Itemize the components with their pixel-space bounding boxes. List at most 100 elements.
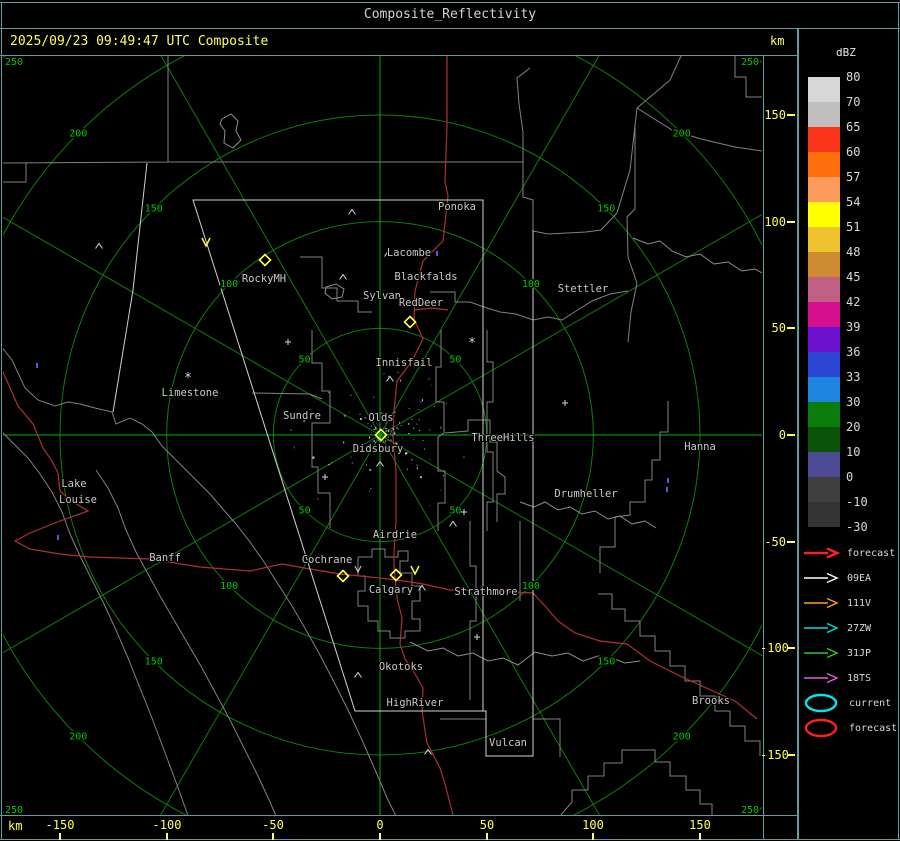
city-label: RedDeer [399, 297, 443, 309]
city-label: Lacombe [387, 247, 431, 259]
frame-bottom [0, 839, 900, 840]
legend-arrow-icon [804, 597, 839, 609]
scale-boundary-label: 33 [846, 370, 861, 384]
county-boundary [3, 432, 189, 815]
scale-unit-label: dBZ [836, 46, 856, 59]
x-tick-label: 100 [582, 818, 604, 832]
scale-boundary-label: 0 [846, 470, 854, 484]
x-axis-unit-label: km [8, 819, 23, 833]
frame-axis-right [763, 815, 764, 839]
city-label: Strathmore [454, 586, 517, 598]
range-ring-label: 200 [69, 128, 87, 139]
x-tick-label: -100 [152, 818, 182, 832]
city-label: HighRiver [387, 697, 444, 709]
legend-arrow-icon [804, 647, 839, 659]
legend-label: current [849, 697, 892, 709]
legend-row-forecast: forecast [802, 716, 897, 740]
county-boundary [430, 290, 629, 321]
blue-echo-dot [666, 487, 668, 492]
legend-row-forecast: forecast [802, 547, 895, 559]
scale-color-box [808, 402, 840, 427]
frame-sidebar-divider [797, 28, 799, 839]
frame-infobar-bottom [0, 55, 798, 56]
legend-label: 31JP [847, 647, 872, 659]
caret-marker-icon [348, 208, 356, 215]
legend-ellipse-icon [804, 718, 838, 738]
scale-color-box [808, 377, 840, 402]
range-ring-label: 150 [597, 656, 615, 667]
range-ring-label: 50 [449, 355, 461, 366]
caret-marker-icon [95, 242, 103, 249]
city-label: Blackfalds [394, 271, 457, 283]
scale-boundary-label: 39 [846, 320, 861, 334]
legend-label: 09EA [847, 572, 872, 584]
y-tick-mark [787, 327, 795, 329]
scale-boundary-label: 45 [846, 270, 861, 284]
caret-marker-icon [354, 671, 362, 678]
range-ring-label: 100 [522, 279, 540, 290]
station-diamond-icon [258, 253, 272, 267]
range-ring-label: 150 [597, 204, 615, 215]
city-label: ThreeHills [471, 432, 534, 444]
scale-color-box [808, 227, 840, 252]
frame-left [1, 2, 2, 840]
scale-color-box [808, 502, 840, 527]
blue-echo-dot [667, 478, 669, 483]
scale-boundary-label: 30 [846, 395, 861, 409]
scale-boundary-label: 54 [846, 195, 861, 209]
range-ring-label: 50 [299, 355, 311, 366]
city-label: Cochrane [302, 554, 353, 566]
range-ring-label: 200 [673, 128, 691, 139]
county-boundary [469, 521, 477, 700]
frame-top [0, 2, 900, 3]
city-label: Drumheller [554, 488, 617, 500]
city-label: Ponoka [438, 201, 476, 213]
scale-boundary-label: 57 [846, 170, 861, 184]
scale-color-box [808, 302, 840, 327]
city-label: Olds [368, 412, 393, 424]
x-tick-mark [59, 833, 61, 840]
blue-echo-dot [57, 535, 59, 540]
county-boundary [3, 347, 397, 815]
y-tick-label: 100 [764, 215, 786, 229]
legend-label: forecast [847, 547, 896, 559]
legend-label: 27ZW [847, 622, 872, 634]
scale-boundary-label: -30 [846, 520, 868, 534]
x-tick-label: 150 [689, 818, 711, 832]
city-label: Vulcan [489, 737, 527, 749]
scale-boundary-label: 42 [846, 295, 861, 309]
range-ring-label: 200 [673, 732, 691, 743]
x-tick-label: 50 [479, 818, 495, 832]
y-tick-mark [787, 434, 795, 436]
legend-arrow-icon [804, 672, 839, 684]
x-tick-mark [379, 833, 381, 840]
range-ring-label: 50 [299, 505, 311, 516]
legend-ellipse-icon [804, 693, 838, 713]
x-tick-mark [486, 833, 488, 840]
scale-color-box [808, 452, 840, 477]
scale-boundary-label: 51 [846, 220, 861, 234]
scale-color-box [808, 152, 840, 177]
radar-map[interactable]: 50 50 50 50 100 100 100 100 150 150 150 150 200 200 20… [0, 0, 900, 841]
legend-row-111V: 111V [802, 597, 871, 609]
county-boundary [435, 330, 446, 531]
lake-outline [219, 113, 242, 149]
y-tick-mark [787, 221, 795, 223]
asterisk-marker-icon: * [468, 336, 476, 351]
city-label: Airdrie [373, 529, 417, 541]
range-ring-label: 150 [145, 656, 163, 667]
range-ring-label: 200 [69, 732, 87, 743]
city-label: Okotoks [379, 661, 423, 673]
y-tick-mark [787, 647, 795, 649]
range-ring-label: 250 [5, 57, 23, 68]
x-tick-label: 0 [376, 818, 384, 832]
scale-color-box [808, 277, 840, 302]
scale-color-box [808, 77, 840, 102]
river-line [519, 501, 657, 529]
scale-boundary-label: -10 [846, 495, 868, 509]
city-label: Brooks [692, 695, 730, 707]
scale-color-box [808, 202, 840, 227]
range-ring-label: 100 [522, 581, 540, 592]
range-ring-label: 150 [145, 204, 163, 215]
x-tick-mark [272, 833, 274, 840]
